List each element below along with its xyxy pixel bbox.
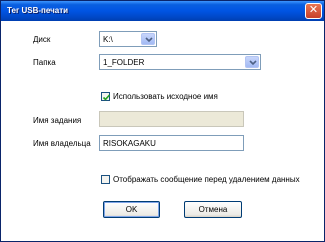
owner-name-field[interactable]: RISOKAGAKU [99, 135, 244, 151]
checkmark-icon [102, 94, 111, 101]
close-icon: ✕ [308, 4, 319, 16]
use-original-name-label: Использовать исходное имя [113, 92, 218, 101]
job-name-label: Имя задания [33, 116, 82, 125]
chevron-down-icon [145, 37, 153, 43]
folder-select[interactable]: 1_FOLDER [99, 54, 261, 70]
folder-label: Папка [33, 58, 56, 67]
show-message-checkbox[interactable] [101, 175, 110, 184]
chevron-down-icon [249, 60, 257, 66]
owner-name-label: Имя владельца [33, 139, 91, 148]
owner-name-value: RISOKAGAKU [103, 139, 156, 148]
use-original-name-checkbox[interactable] [101, 92, 111, 101]
usb-print-tag-dialog: Тег USB-печати ✕ Диск K:\ Папка 1_FOLDER [0, 0, 325, 242]
folder-dropdown-button[interactable] [245, 56, 259, 68]
job-name-field[interactable] [99, 111, 244, 127]
folder-value: 1_FOLDER [103, 58, 145, 67]
dialog-body: Диск K:\ Папка 1_FOLDER Использовать исх… [1, 21, 324, 241]
disk-value: K:\ [103, 35, 113, 44]
disk-dropdown-button[interactable] [141, 33, 155, 45]
ok-button[interactable]: OK [103, 201, 160, 218]
disk-label: Диск [33, 35, 51, 44]
disk-select[interactable]: K:\ [99, 31, 157, 47]
cancel-button[interactable]: Отмена [184, 201, 242, 218]
title-bar[interactable]: Тег USB-печати ✕ [1, 1, 324, 21]
close-button[interactable]: ✕ [305, 3, 322, 19]
window-title: Тег USB-печати [7, 6, 69, 15]
show-message-label: Отображать сообщение перед удалением дан… [113, 175, 300, 184]
